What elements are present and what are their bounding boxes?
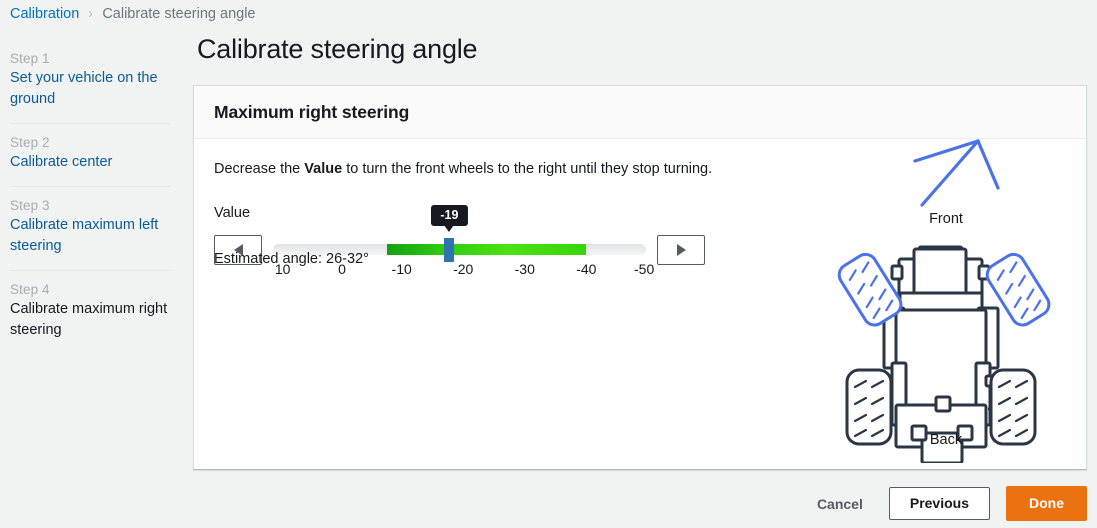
card-header-title: Maximum right steering <box>214 102 410 122</box>
breadcrumb-separator-icon: › <box>88 5 93 22</box>
vehicle-top-view-diagram: Front Back <box>826 133 1066 465</box>
calibration-card: Maximum right steering Decrease the Valu… <box>193 85 1087 470</box>
slider-thumb[interactable] <box>444 238 455 262</box>
instruction-suffix: to turn the front wheels to the right un… <box>342 161 713 177</box>
diagram-front-caption: Front <box>929 211 963 227</box>
steps-sidebar: Step 1 Set your vehicle on the ground St… <box>0 40 180 354</box>
increase-value-button[interactable] <box>657 235 705 265</box>
cancel-button[interactable]: Cancel <box>807 489 873 519</box>
step-4-label: Calibrate maximum right steering <box>10 301 168 338</box>
sidebar-step-2[interactable]: Step 2 Calibrate center <box>10 124 170 187</box>
breadcrumb: Calibration › Calibrate steering angle <box>10 5 255 22</box>
step-1-label[interactable]: Set your vehicle on the ground <box>10 68 170 110</box>
wizard-footer: Cancel Previous Done <box>807 486 1087 521</box>
instruction-emphasis: Value <box>304 161 343 177</box>
step-1-number: Step 1 <box>10 51 50 66</box>
slider-tick-2: -10 <box>391 261 412 277</box>
step-4-number: Step 4 <box>10 282 50 297</box>
vehicle-chassis <box>882 245 1000 465</box>
instruction-prefix: Decrease the <box>214 161 305 177</box>
slider-tick-6: -50 <box>634 261 655 277</box>
sidebar-step-1[interactable]: Step 1 Set your vehicle on the ground <box>10 40 170 124</box>
steering-direction-arrow-icon <box>913 139 1000 207</box>
sidebar-step-3[interactable]: Step 3 Calibrate maximum left steering <box>10 187 170 271</box>
page-title: Calibrate steering angle <box>197 34 478 64</box>
breadcrumb-item-calibration[interactable]: Calibration <box>10 6 79 22</box>
sidebar-step-4[interactable]: Step 4 Calibrate maximum right steering <box>10 271 170 354</box>
step-2-label[interactable]: Calibrate center <box>10 152 170 173</box>
calibration-page: Calibration › Calibrate steering angle S… <box>0 0 1097 528</box>
slider-tick-5: -40 <box>576 261 597 277</box>
estimated-angle-text: Estimated angle: 26-32° <box>214 251 369 267</box>
slider-track-fill <box>386 244 587 255</box>
diagram-back-caption: Back <box>929 432 963 448</box>
previous-button[interactable]: Previous <box>888 487 990 520</box>
card-body: Decrease the Value to turn the front whe… <box>194 139 1086 476</box>
triangle-right-icon <box>676 244 686 256</box>
main-content: Calibrate steering angle Maximum right s… <box>193 34 1087 470</box>
step-2-number: Step 2 <box>10 135 50 150</box>
card-header: Maximum right steering <box>194 86 1086 139</box>
done-button[interactable]: Done <box>1006 486 1087 521</box>
step-3-number: Step 3 <box>10 198 50 213</box>
slider-value-tooltip: -19 <box>431 205 468 232</box>
breadcrumb-item-current: Calibrate steering angle <box>102 5 256 22</box>
slider-tick-4: -30 <box>514 261 535 277</box>
step-3-label[interactable]: Calibrate maximum left steering <box>10 215 170 257</box>
slider-tick-3: -20 <box>453 261 474 277</box>
vehicle-diagram-svg <box>837 139 1051 465</box>
